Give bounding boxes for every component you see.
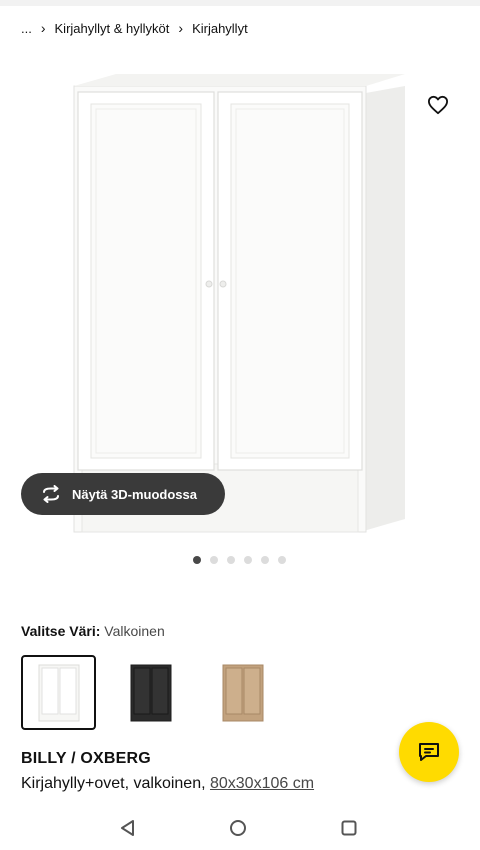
product-name: BILLY / OXBERG xyxy=(21,750,151,767)
pagination-dot[interactable] xyxy=(244,556,252,564)
swatch-white[interactable] xyxy=(21,655,96,730)
pagination-dot[interactable] xyxy=(193,556,201,564)
color-label-title: Valitse Väri: xyxy=(21,623,101,639)
nav-recents-button[interactable] xyxy=(335,814,363,842)
breadcrumb-item-bookcases-shelves[interactable]: Kirjahyllyt & hyllyköt xyxy=(55,21,170,36)
pagination-dot[interactable] xyxy=(261,556,269,564)
color-picker-label: Valitse Väri: Valkoinen xyxy=(21,623,165,639)
chat-button[interactable] xyxy=(399,722,459,782)
product-image xyxy=(73,74,405,533)
swatch-black-brown[interactable] xyxy=(113,655,188,730)
heart-icon xyxy=(427,95,448,115)
color-swatches xyxy=(21,655,280,730)
pagination-dot[interactable] xyxy=(210,556,218,564)
favorite-button[interactable] xyxy=(424,91,452,119)
breadcrumb-item-bookcases[interactable]: Kirjahyllyt xyxy=(192,21,248,36)
oak-cabinet-thumbnail xyxy=(222,664,263,721)
rotate-icon xyxy=(39,484,63,504)
back-icon xyxy=(121,820,134,836)
black-cabinet-thumbnail xyxy=(130,664,171,721)
nav-back-button[interactable] xyxy=(114,814,142,842)
recents-icon xyxy=(341,820,357,836)
chevron-right-icon: › xyxy=(40,20,46,36)
view-3d-button[interactable]: Näytä 3D-muodossa xyxy=(21,473,225,515)
home-icon xyxy=(230,820,246,836)
nav-home-button[interactable] xyxy=(224,814,252,842)
product-gallery[interactable] xyxy=(0,50,480,540)
swatch-oak-effect[interactable] xyxy=(205,655,280,730)
pagination-dot[interactable] xyxy=(278,556,286,564)
product-dimensions-link[interactable]: 80x30x106 cm xyxy=(210,775,314,792)
white-cabinet-thumbnail xyxy=(38,664,79,721)
breadcrumb: ... › Kirjahyllyt & hyllyköt › Kirjahyll… xyxy=(21,18,248,38)
pagination-dot[interactable] xyxy=(227,556,235,564)
system-navigation-bar xyxy=(0,806,480,850)
product-description: Kirjahylly+ovet, valkoinen, 80x30x106 cm xyxy=(21,775,314,793)
view-3d-label: Näytä 3D-muodossa xyxy=(72,486,197,502)
color-selected-value: Valkoinen xyxy=(104,623,165,639)
chat-icon xyxy=(419,743,439,761)
chevron-right-icon: › xyxy=(178,20,184,36)
product-description-text: Kirjahylly+ovet, valkoinen, xyxy=(21,775,210,792)
status-strip xyxy=(0,0,480,6)
breadcrumb-ellipsis[interactable]: ... xyxy=(21,21,32,36)
gallery-pagination xyxy=(193,556,286,564)
